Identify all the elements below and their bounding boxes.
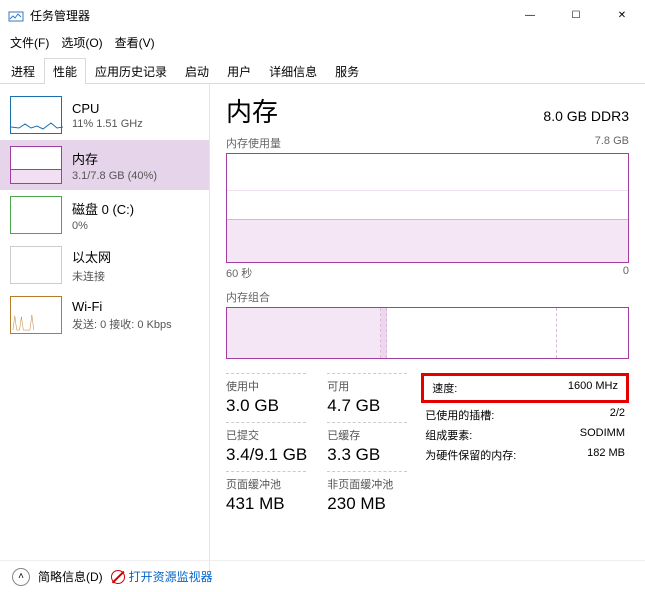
mem-title: 内存 <box>72 149 157 168</box>
cpu-thumb <box>10 96 62 134</box>
reserved-lbl: 为硬件保留的内存: <box>425 447 516 463</box>
usage-label: 内存使用量 <box>226 135 281 151</box>
minimize-button[interactable]: — <box>507 0 553 30</box>
in-use-val: 3.0 GB <box>226 396 307 416</box>
comp-label: 内存组合 <box>226 289 270 305</box>
main: CPU 11% 1.51 GHz 内存 3.1/7.8 GB (40%) 磁盘 … <box>0 84 645 576</box>
tab-processes[interactable]: 进程 <box>2 58 44 84</box>
tab-details[interactable]: 详细信息 <box>260 58 326 84</box>
menu-file[interactable]: 文件(F) <box>6 32 53 53</box>
eth-title: 以太网 <box>72 247 111 266</box>
sidebar-item-ethernet[interactable]: 以太网 未连接 <box>0 240 209 290</box>
maximize-button[interactable]: ☐ <box>553 0 599 30</box>
fewer-details-label[interactable]: 简略信息(D) <box>38 568 103 585</box>
menubar: 文件(F) 选项(O) 查看(V) <box>0 30 645 57</box>
window-title: 任务管理器 <box>30 7 90 24</box>
menu-view[interactable]: 查看(V) <box>111 32 159 53</box>
disk-sub: 0% <box>72 220 134 232</box>
disk-thumb <box>10 196 62 234</box>
slots-val: 2/2 <box>610 407 625 423</box>
footer: ˄ 简略信息(D) 打开资源监视器 <box>0 560 645 592</box>
detail-heading: 内存 <box>226 92 278 129</box>
eth-sub: 未连接 <box>72 268 111 284</box>
commit-val: 3.4/9.1 GB <box>226 445 307 465</box>
memory-usage-chart <box>226 153 629 263</box>
tab-startup[interactable]: 启动 <box>176 58 218 84</box>
wifi-title: Wi-Fi <box>72 299 172 314</box>
cached-lbl: 已缓存 <box>327 422 407 443</box>
nonpaged-lbl: 非页面缓冲池 <box>327 471 407 492</box>
in-use-lbl: 使用中 <box>226 373 306 394</box>
sidebar-item-cpu[interactable]: CPU 11% 1.51 GHz <box>0 90 209 140</box>
open-resmon-link[interactable]: 打开资源监视器 <box>111 568 213 585</box>
speed-highlight: 速度: 1600 MHz <box>421 373 629 403</box>
sidebar-item-wifi[interactable]: Wi-Fi 发送: 0 接收: 0 Kbps <box>0 290 209 340</box>
paged-lbl: 页面缓冲池 <box>226 471 306 492</box>
sidebar: CPU 11% 1.51 GHz 内存 3.1/7.8 GB (40%) 磁盘 … <box>0 84 210 576</box>
cpu-sub: 11% 1.51 GHz <box>72 118 143 130</box>
mem-sub: 3.1/7.8 GB (40%) <box>72 170 157 182</box>
menu-options[interactable]: 选项(O) <box>57 32 106 53</box>
detail-capacity: 8.0 GB DDR3 <box>543 108 629 124</box>
avail-lbl: 可用 <box>327 373 407 394</box>
stats: 使用中3.0 GB 可用4.7 GB 已提交3.4/9.1 GB 已缓存3.3 … <box>226 373 629 514</box>
tab-app-history[interactable]: 应用历史记录 <box>86 58 176 84</box>
avail-val: 4.7 GB <box>327 396 407 416</box>
sidebar-item-memory[interactable]: 内存 3.1/7.8 GB (40%) <box>0 140 209 190</box>
tab-performance[interactable]: 性能 <box>44 58 86 84</box>
fewer-details-chevron-icon[interactable]: ˄ <box>12 568 30 586</box>
cpu-title: CPU <box>72 101 143 116</box>
close-button[interactable]: ✕ <box>599 0 645 30</box>
detail-pane: 内存 8.0 GB DDR3 内存使用量 7.8 GB 60 秒 0 内存组合 <box>210 84 645 576</box>
speed-lbl: 速度: <box>432 380 457 396</box>
speed-val: 1600 MHz <box>568 380 618 396</box>
disk-title: 磁盘 0 (C:) <box>72 199 134 218</box>
wifi-sub: 发送: 0 接收: 0 Kbps <box>72 316 172 332</box>
form-val: SODIMM <box>580 427 625 443</box>
tab-strip: 进程 性能 应用历史记录 启动 用户 详细信息 服务 <box>0 57 645 84</box>
wifi-thumb <box>10 296 62 334</box>
tab-users[interactable]: 用户 <box>218 58 260 84</box>
x-left: 60 秒 <box>226 265 252 281</box>
app-icon <box>8 7 24 23</box>
form-lbl: 组成要素: <box>425 427 472 443</box>
cached-val: 3.3 GB <box>327 445 407 465</box>
usage-max: 7.8 GB <box>595 135 629 151</box>
nonpaged-val: 230 MB <box>327 494 407 514</box>
titlebar: 任务管理器 — ☐ ✕ <box>0 0 645 30</box>
resmon-icon <box>111 570 125 584</box>
resmon-label: 打开资源监视器 <box>129 568 213 585</box>
tab-services[interactable]: 服务 <box>326 58 368 84</box>
memory-composition-chart <box>226 307 629 359</box>
eth-thumb <box>10 246 62 284</box>
reserved-val: 182 MB <box>587 447 625 463</box>
slots-lbl: 已使用的插槽: <box>425 407 494 423</box>
mem-thumb <box>10 146 62 184</box>
x-right: 0 <box>623 265 629 281</box>
commit-lbl: 已提交 <box>226 422 306 443</box>
paged-val: 431 MB <box>226 494 307 514</box>
sidebar-item-disk[interactable]: 磁盘 0 (C:) 0% <box>0 190 209 240</box>
